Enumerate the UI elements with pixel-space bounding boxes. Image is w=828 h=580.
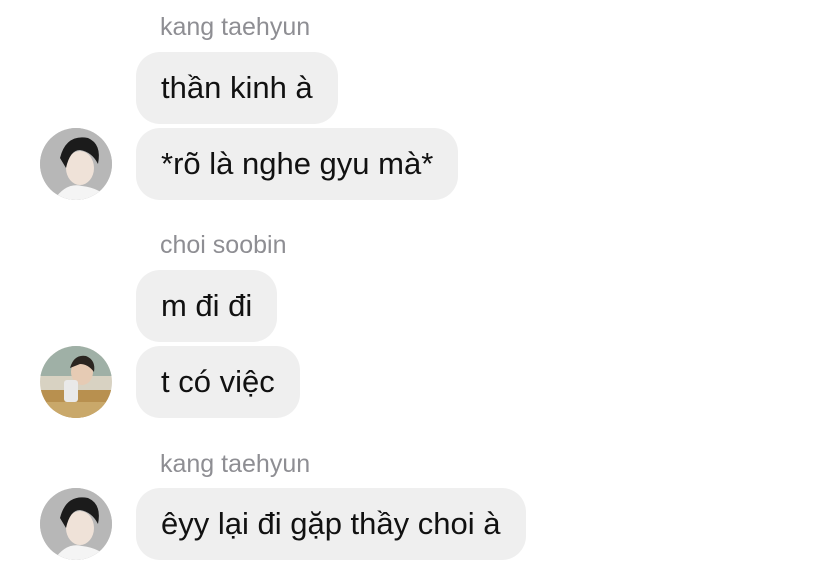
message-bubble[interactable]: *rõ là nghe gyu mà*: [136, 128, 459, 200]
message-bubble[interactable]: m đi đi: [136, 270, 278, 342]
message-bubble[interactable]: thần kinh à: [136, 52, 338, 124]
kang-taehyun-avatar-icon[interactable]: [40, 488, 112, 560]
sender-name: choi soobin: [160, 231, 287, 259]
message-bubble[interactable]: t có việc: [136, 346, 300, 418]
sender-name: kang taehyun: [160, 13, 311, 41]
message-bubble[interactable]: êyy lại đi gặp thầy choi à: [136, 488, 526, 560]
sender-name: kang taehyun: [160, 450, 311, 478]
kang-taehyun-avatar-icon[interactable]: [40, 128, 112, 200]
choi-soobin-avatar-icon[interactable]: [40, 346, 112, 418]
